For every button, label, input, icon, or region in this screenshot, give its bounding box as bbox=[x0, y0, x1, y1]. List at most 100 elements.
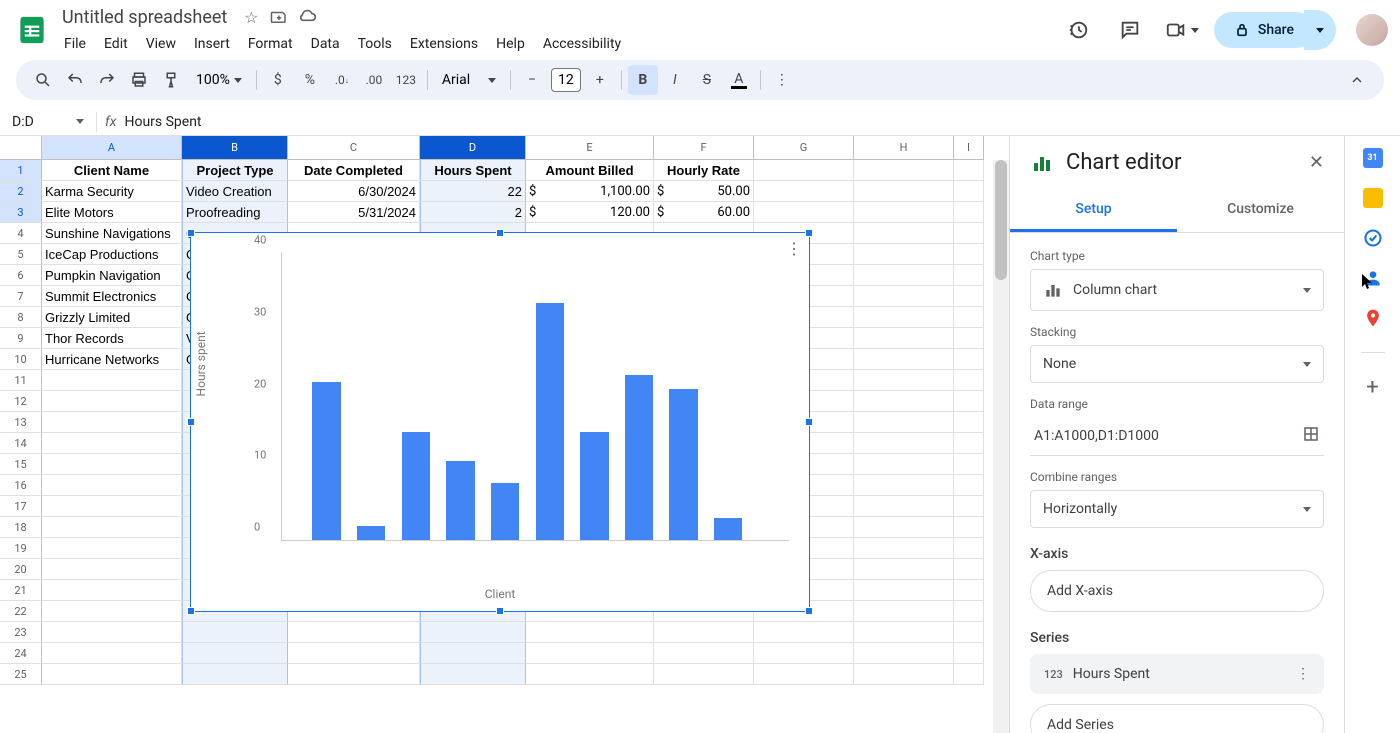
cell[interactable] bbox=[42, 433, 182, 454]
cell[interactable] bbox=[954, 223, 984, 244]
cell[interactable] bbox=[654, 622, 754, 643]
comments-icon[interactable] bbox=[1110, 10, 1150, 50]
menu-data[interactable]: Data bbox=[303, 32, 348, 56]
cell[interactable] bbox=[854, 244, 954, 265]
cell[interactable] bbox=[854, 454, 954, 475]
cell[interactable] bbox=[526, 643, 654, 664]
percent-icon[interactable]: % bbox=[295, 65, 325, 95]
cell[interactable] bbox=[42, 664, 182, 685]
cell[interactable]: 2 bbox=[420, 202, 526, 223]
cell[interactable] bbox=[854, 475, 954, 496]
bar[interactable] bbox=[580, 432, 608, 540]
resize-handle[interactable] bbox=[805, 607, 813, 615]
cell[interactable] bbox=[954, 538, 984, 559]
cell[interactable] bbox=[754, 664, 854, 685]
share-dropdown[interactable] bbox=[1304, 10, 1336, 50]
select-range-icon[interactable] bbox=[1302, 425, 1320, 447]
cell[interactable] bbox=[182, 664, 288, 685]
cell[interactable] bbox=[754, 622, 854, 643]
cell[interactable] bbox=[288, 643, 420, 664]
resize-handle[interactable] bbox=[187, 418, 195, 426]
row-header[interactable]: 11 bbox=[0, 370, 42, 391]
cell[interactable] bbox=[854, 181, 954, 202]
cell[interactable] bbox=[526, 622, 654, 643]
tab-setup[interactable]: Setup bbox=[1010, 189, 1177, 232]
cell[interactable] bbox=[654, 664, 754, 685]
cell[interactable]: Grizzly Limited bbox=[42, 307, 182, 328]
cell[interactable]: $120.00 bbox=[526, 202, 654, 223]
menu-edit[interactable]: Edit bbox=[96, 32, 136, 56]
row-header[interactable]: 12 bbox=[0, 391, 42, 412]
decrease-font-icon[interactable]: − bbox=[517, 65, 547, 95]
cell[interactable] bbox=[854, 370, 954, 391]
zoom-select[interactable]: 100% bbox=[188, 68, 250, 92]
cell[interactable] bbox=[954, 265, 984, 286]
cell[interactable] bbox=[954, 202, 984, 223]
cell[interactable]: Client Name bbox=[42, 160, 182, 181]
cell[interactable] bbox=[526, 664, 654, 685]
cloud-status-icon[interactable] bbox=[297, 7, 317, 27]
resize-handle[interactable] bbox=[187, 607, 195, 615]
bar[interactable] bbox=[536, 303, 564, 540]
cell[interactable] bbox=[854, 160, 954, 181]
menu-file[interactable]: File bbox=[56, 32, 94, 56]
cell[interactable] bbox=[854, 391, 954, 412]
bar[interactable] bbox=[357, 526, 385, 540]
chart-type-select[interactable]: Column chart bbox=[1030, 269, 1324, 311]
row-header[interactable]: 17 bbox=[0, 496, 42, 517]
bar[interactable] bbox=[625, 375, 653, 540]
account-avatar[interactable] bbox=[1356, 14, 1388, 46]
cell[interactable] bbox=[954, 664, 984, 685]
col-header-F[interactable]: F bbox=[654, 136, 754, 160]
cell[interactable] bbox=[954, 370, 984, 391]
doc-title[interactable]: Untitled spreadsheet bbox=[56, 5, 233, 30]
cell[interactable] bbox=[854, 223, 954, 244]
cell[interactable] bbox=[954, 601, 984, 622]
bold-button[interactable]: B bbox=[628, 65, 658, 95]
bar[interactable] bbox=[669, 389, 697, 540]
cell[interactable] bbox=[954, 454, 984, 475]
cell[interactable] bbox=[954, 391, 984, 412]
row-header[interactable]: 2 bbox=[0, 181, 42, 202]
contacts-icon[interactable] bbox=[1363, 268, 1383, 288]
cell[interactable] bbox=[42, 643, 182, 664]
cell[interactable]: 6/30/2024 bbox=[288, 181, 420, 202]
cell[interactable] bbox=[954, 349, 984, 370]
tab-customize[interactable]: Customize bbox=[1177, 189, 1344, 232]
more-formats-icon[interactable]: 123 bbox=[391, 65, 421, 95]
col-header-C[interactable]: C bbox=[288, 136, 420, 160]
font-select[interactable]: Arial bbox=[434, 68, 504, 92]
combine-select[interactable]: Horizontally bbox=[1030, 490, 1324, 528]
cell[interactable] bbox=[954, 412, 984, 433]
cell[interactable]: Sunshine Navigations bbox=[42, 223, 182, 244]
row-header[interactable]: 19 bbox=[0, 538, 42, 559]
cell[interactable] bbox=[954, 286, 984, 307]
star-icon[interactable]: ☆ bbox=[241, 7, 261, 27]
cell[interactable]: Hourly Rate bbox=[654, 160, 754, 181]
row-header[interactable]: 18 bbox=[0, 517, 42, 538]
more-toolbar-icon[interactable]: ⋮ bbox=[767, 65, 797, 95]
add-on-icon[interactable]: + bbox=[1363, 377, 1383, 397]
cell[interactable] bbox=[854, 517, 954, 538]
cell[interactable] bbox=[754, 160, 854, 181]
cell[interactable] bbox=[288, 622, 420, 643]
cell[interactable] bbox=[854, 538, 954, 559]
sheets-logo[interactable] bbox=[12, 10, 52, 50]
cell[interactable] bbox=[420, 664, 526, 685]
increase-decimal-icon[interactable]: .00 bbox=[359, 65, 389, 95]
cell[interactable] bbox=[854, 433, 954, 454]
row-header[interactable]: 21 bbox=[0, 580, 42, 601]
cell[interactable] bbox=[42, 559, 182, 580]
resize-handle[interactable] bbox=[805, 229, 813, 237]
bar[interactable] bbox=[446, 461, 474, 540]
cell[interactable]: Date Completed bbox=[288, 160, 420, 181]
cell[interactable] bbox=[854, 286, 954, 307]
bar[interactable] bbox=[312, 382, 340, 540]
cell[interactable] bbox=[42, 391, 182, 412]
tasks-icon[interactable] bbox=[1363, 228, 1383, 248]
row-header[interactable]: 22 bbox=[0, 601, 42, 622]
menu-tools[interactable]: Tools bbox=[350, 32, 400, 56]
cell[interactable] bbox=[854, 265, 954, 286]
cell[interactable] bbox=[854, 559, 954, 580]
cell[interactable]: Project Type bbox=[182, 160, 288, 181]
